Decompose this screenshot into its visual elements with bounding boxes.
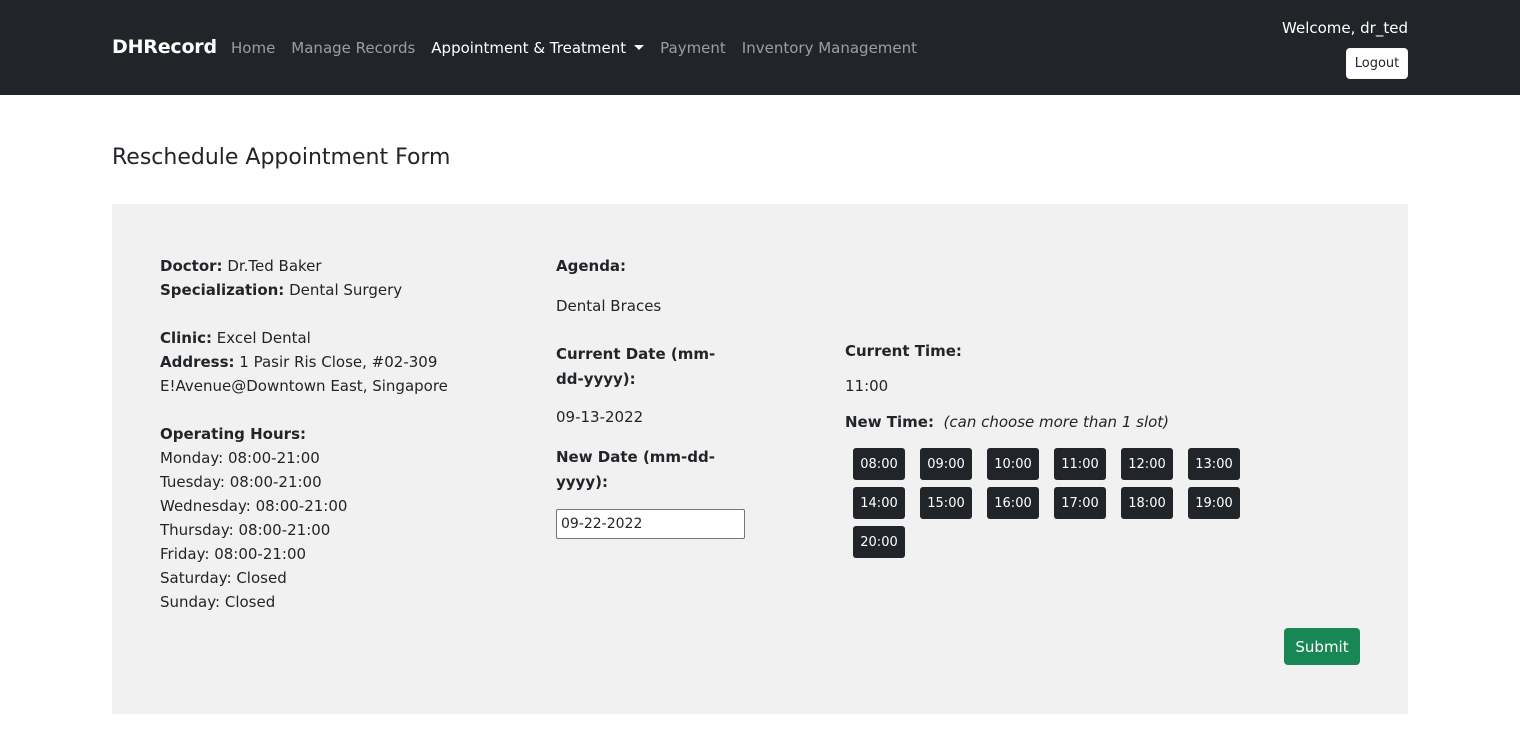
new-date-label: New Date (mm-dd-yyyy): — [556, 448, 715, 491]
time-slot-button[interactable]: 11:00 — [1054, 448, 1106, 480]
new-time-label: New Time: — [845, 413, 934, 431]
hours-sunday: Sunday: Closed — [160, 593, 276, 611]
hours-friday: Friday: 08:00-21:00 — [160, 545, 307, 563]
time-slot-button[interactable]: 09:00 — [920, 448, 972, 480]
hours-monday: Monday: 08:00-21:00 — [160, 449, 320, 467]
nav-appointment-treatment[interactable]: Appointment & Treatment — [431, 39, 645, 57]
doctor-row: Doctor: Dr.Ted Baker — [160, 254, 520, 278]
appointment-date-column: Agenda: Dental Braces Current Date (mm-d… — [556, 254, 766, 539]
top-navbar: DHRecord Home Manage Records Appointment… — [0, 0, 1520, 95]
agenda-value: Dental Braces — [556, 297, 662, 315]
appointment-time-column: Current Time: 11:00 New Time: (can choos… — [845, 342, 1265, 558]
main-nav: Home Manage Records Appointment & Treatm… — [231, 39, 933, 57]
hours-wednesday: Wednesday: 08:00-21:00 — [160, 497, 348, 515]
time-slot-button[interactable]: 13:00 — [1188, 448, 1240, 480]
time-slot-button[interactable]: 08:00 — [853, 448, 905, 480]
time-slot-button[interactable]: 20:00 — [853, 526, 905, 558]
address-line1: 1 Pasir Ris Close, #02-309 — [239, 353, 438, 371]
brand-logo[interactable]: DHRecord — [112, 36, 217, 58]
address-line2: E!Avenue@Downtown East, Singapore — [160, 377, 448, 395]
clinic-label: Clinic: — [160, 329, 213, 347]
hours-saturday: Saturday: Closed — [160, 569, 287, 587]
nav-appointment-treatment-label: Appointment & Treatment — [431, 39, 627, 57]
page-title: Reschedule Appointment Form — [112, 145, 451, 170]
submit-button[interactable]: Submit — [1284, 628, 1360, 665]
doctor-label: Doctor: — [160, 257, 223, 275]
doctor-info: Doctor: Dr.Ted Baker Specialization: Den… — [160, 254, 520, 614]
nav-payment[interactable]: Payment — [660, 39, 726, 57]
time-slot-button[interactable]: 12:00 — [1121, 448, 1173, 480]
time-slot-button[interactable]: 15:00 — [920, 487, 972, 519]
address-row: Address: 1 Pasir Ris Close, #02-309 — [160, 350, 520, 374]
nav-manage-records[interactable]: Manage Records — [291, 39, 415, 57]
welcome-text: Welcome, dr_ted — [1282, 19, 1408, 37]
time-slot-button[interactable]: 16:00 — [987, 487, 1039, 519]
time-slot-button[interactable]: 17:00 — [1054, 487, 1106, 519]
doctor-name: Dr.Ted Baker — [227, 257, 322, 275]
nav-home[interactable]: Home — [231, 39, 275, 57]
logout-button[interactable]: Logout — [1346, 48, 1408, 79]
current-time-value: 11:00 — [845, 377, 889, 395]
chevron-down-icon — [634, 45, 645, 50]
specialization-row: Specialization: Dental Surgery — [160, 278, 520, 302]
operating-hours-label: Operating Hours: — [160, 425, 306, 443]
new-time-row: New Time: (can choose more than 1 slot) — [845, 413, 1265, 431]
time-slot-button[interactable]: 18:00 — [1121, 487, 1173, 519]
nav-inventory-management[interactable]: Inventory Management — [742, 39, 917, 57]
new-date-input[interactable] — [556, 509, 745, 539]
agenda-label: Agenda: — [556, 257, 627, 275]
clinic-value: Excel Dental — [216, 329, 311, 347]
hours-tuesday: Tuesday: 08:00-21:00 — [160, 473, 322, 491]
address-label: Address: — [160, 353, 235, 371]
new-time-hint: (can choose more than 1 slot) — [943, 413, 1170, 431]
current-time-label: Current Time: — [845, 342, 962, 360]
specialization-label: Specialization: — [160, 281, 285, 299]
time-slot-button[interactable]: 14:00 — [853, 487, 905, 519]
time-slot-button[interactable]: 19:00 — [1188, 487, 1240, 519]
reschedule-form-card: Doctor: Dr.Ted Baker Specialization: Den… — [112, 204, 1408, 714]
specialization-value: Dental Surgery — [289, 281, 403, 299]
current-date-label: Current Date (mm-dd-yyyy): — [556, 345, 716, 388]
current-date-value: 09-13-2022 — [556, 408, 644, 426]
clinic-row: Clinic: Excel Dental — [160, 326, 520, 350]
hours-thursday: Thursday: 08:00-21:00 — [160, 521, 331, 539]
time-slot-button[interactable]: 10:00 — [987, 448, 1039, 480]
time-slot-grid: 08:00 09:00 10:00 11:00 12:00 13:00 14:0… — [853, 448, 1265, 558]
